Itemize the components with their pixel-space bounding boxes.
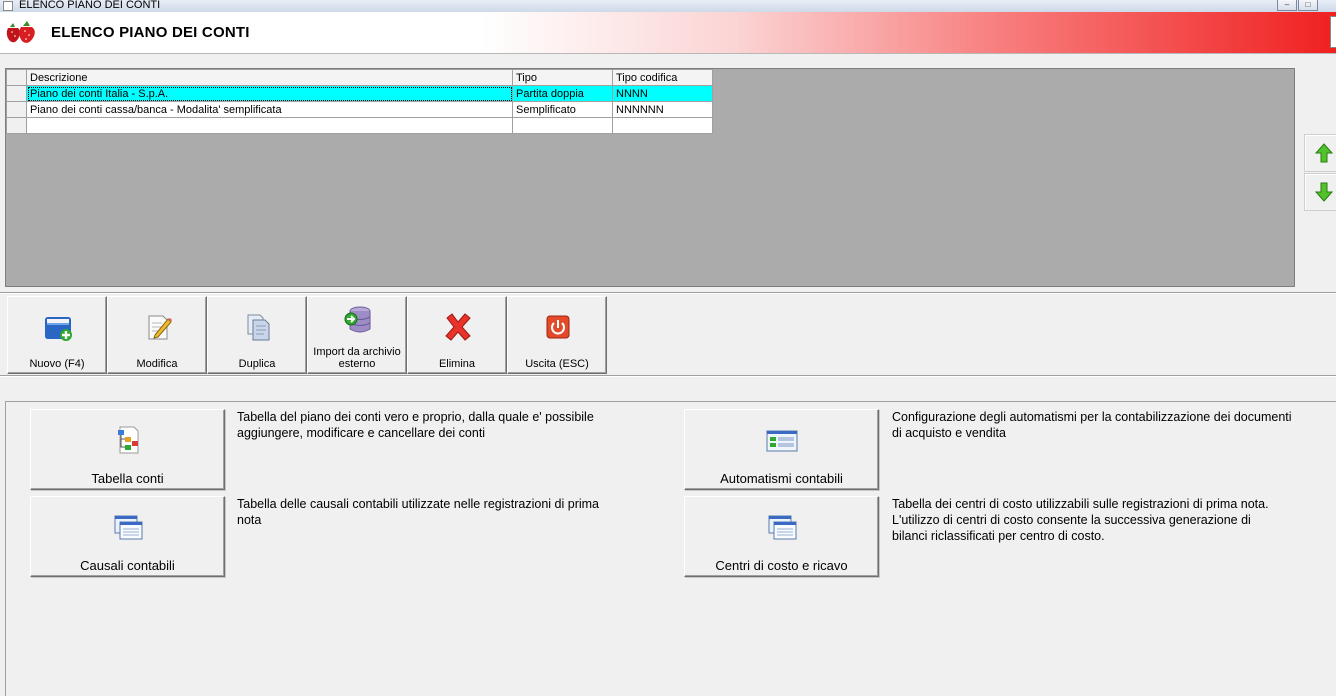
row-selector[interactable] bbox=[6, 101, 27, 118]
import-label: Import da archivio esterno bbox=[313, 346, 401, 370]
window-list-icon bbox=[114, 515, 143, 540]
causali-contabili-description: Tabella delle causali contabili utilizza… bbox=[237, 497, 599, 527]
database-import-icon bbox=[344, 306, 371, 333]
column-header-tipo-codifica[interactable]: Tipo codifica bbox=[612, 69, 713, 86]
automation-window-icon bbox=[766, 430, 798, 452]
header-edge bbox=[1330, 16, 1336, 48]
table-row[interactable]: Piano dei conti cassa/banca - Modalita' … bbox=[6, 101, 713, 118]
cell-descrizione[interactable]: Piano dei conti Italia - S.p.A. bbox=[26, 85, 513, 102]
cell-descrizione[interactable]: Piano dei conti cassa/banca - Modalita' … bbox=[26, 101, 513, 118]
cell-tipo-codifica[interactable]: NNNNNN bbox=[612, 101, 713, 118]
uscita-label: Uscita (ESC) bbox=[525, 358, 589, 370]
table-row[interactable]: Piano dei conti Italia - S.p.A. Partita … bbox=[6, 85, 713, 102]
duplica-label: Duplica bbox=[238, 358, 276, 370]
duplicate-icon bbox=[247, 314, 270, 341]
tabella-conti-description: Tabella del piano dei conti vero e propr… bbox=[237, 410, 594, 440]
move-up-button[interactable] bbox=[1304, 134, 1336, 172]
window-titlebar: ELENCO PIANO DEI CONTI – □ bbox=[0, 0, 1336, 12]
new-folder-icon bbox=[45, 317, 72, 341]
piano-conti-table[interactable]: Descrizione Tipo Tipo codifica Piano dei… bbox=[6, 69, 713, 134]
piano-conti-grid-panel[interactable]: Descrizione Tipo Tipo codifica Piano dei… bbox=[5, 68, 1295, 287]
arrow-down-icon bbox=[1315, 182, 1333, 202]
cell-tipo-codifica[interactable]: NNNN bbox=[612, 85, 713, 102]
power-exit-icon bbox=[546, 315, 570, 339]
cell-tipo[interactable] bbox=[512, 117, 613, 134]
chart-of-accounts-icon bbox=[118, 426, 139, 454]
strawberry-logo-icon bbox=[6, 21, 35, 43]
tabella-conti-label: Tabella conti bbox=[91, 471, 164, 486]
tabella-conti-button[interactable]: Tabella conti bbox=[30, 409, 225, 490]
delete-x-icon bbox=[445, 313, 471, 341]
nuovo-label: Nuovo (F4) bbox=[29, 358, 85, 370]
table-header-row: Descrizione Tipo Tipo codifica bbox=[6, 69, 713, 86]
centri-di-costo-description: Tabella dei centri di costo utilizzabili… bbox=[892, 497, 1269, 543]
table-row-empty[interactable] bbox=[6, 117, 713, 134]
page-header: ELENCO PIANO DEI CONTI bbox=[0, 12, 1336, 54]
elimina-button[interactable]: Elimina bbox=[407, 296, 507, 374]
row-selector[interactable] bbox=[6, 117, 27, 134]
row-selector-header bbox=[6, 69, 27, 86]
window-title: ELENCO PIANO DEI CONTI bbox=[19, 0, 161, 11]
causali-contabili-button[interactable]: Causali contabili bbox=[30, 496, 225, 577]
window-controls: – □ bbox=[1276, 0, 1318, 11]
cell-tipo-codifica[interactable] bbox=[612, 117, 713, 134]
centri-di-costo-label: Centri di costo e ricavo bbox=[715, 558, 848, 573]
column-header-tipo[interactable]: Tipo bbox=[512, 69, 613, 86]
duplica-button[interactable]: Duplica bbox=[207, 296, 307, 374]
row-selector[interactable] bbox=[6, 85, 27, 102]
toolbar: Nuovo (F4) Modifica Duplica Import da ar… bbox=[7, 296, 607, 374]
nuovo-button[interactable]: Nuovo (F4) bbox=[7, 296, 107, 374]
causali-contabili-label: Causali contabili bbox=[80, 558, 175, 573]
separator bbox=[0, 292, 1336, 294]
automatismi-contabili-button[interactable]: Automatismi contabili bbox=[684, 409, 879, 490]
import-button[interactable]: Import da archivio esterno bbox=[307, 296, 407, 374]
modifica-button[interactable]: Modifica bbox=[107, 296, 207, 374]
separator bbox=[0, 375, 1336, 377]
modifica-label: Modifica bbox=[136, 358, 178, 370]
maximize-icon[interactable]: □ bbox=[1298, 0, 1318, 11]
arrow-up-icon bbox=[1315, 143, 1333, 163]
cell-tipo[interactable]: Partita doppia bbox=[512, 85, 613, 102]
column-header-descrizione[interactable]: Descrizione bbox=[26, 69, 513, 86]
cell-descrizione[interactable] bbox=[26, 117, 513, 134]
app-icon bbox=[3, 1, 13, 11]
edit-document-icon bbox=[148, 315, 172, 340]
move-down-button[interactable] bbox=[1304, 173, 1336, 211]
uscita-button[interactable]: Uscita (ESC) bbox=[507, 296, 607, 374]
cell-tipo[interactable]: Semplificato bbox=[512, 101, 613, 118]
automatismi-contabili-description: Configurazione degli automatismi per la … bbox=[892, 410, 1292, 440]
minimize-icon[interactable]: – bbox=[1277, 0, 1297, 11]
window-list-icon bbox=[768, 515, 797, 540]
elimina-label: Elimina bbox=[438, 358, 476, 370]
centri-di-costo-button[interactable]: Centri di costo e ricavo bbox=[684, 496, 879, 577]
automatismi-contabili-label: Automatismi contabili bbox=[720, 471, 843, 486]
page-title: ELENCO PIANO DEI CONTI bbox=[51, 24, 250, 41]
